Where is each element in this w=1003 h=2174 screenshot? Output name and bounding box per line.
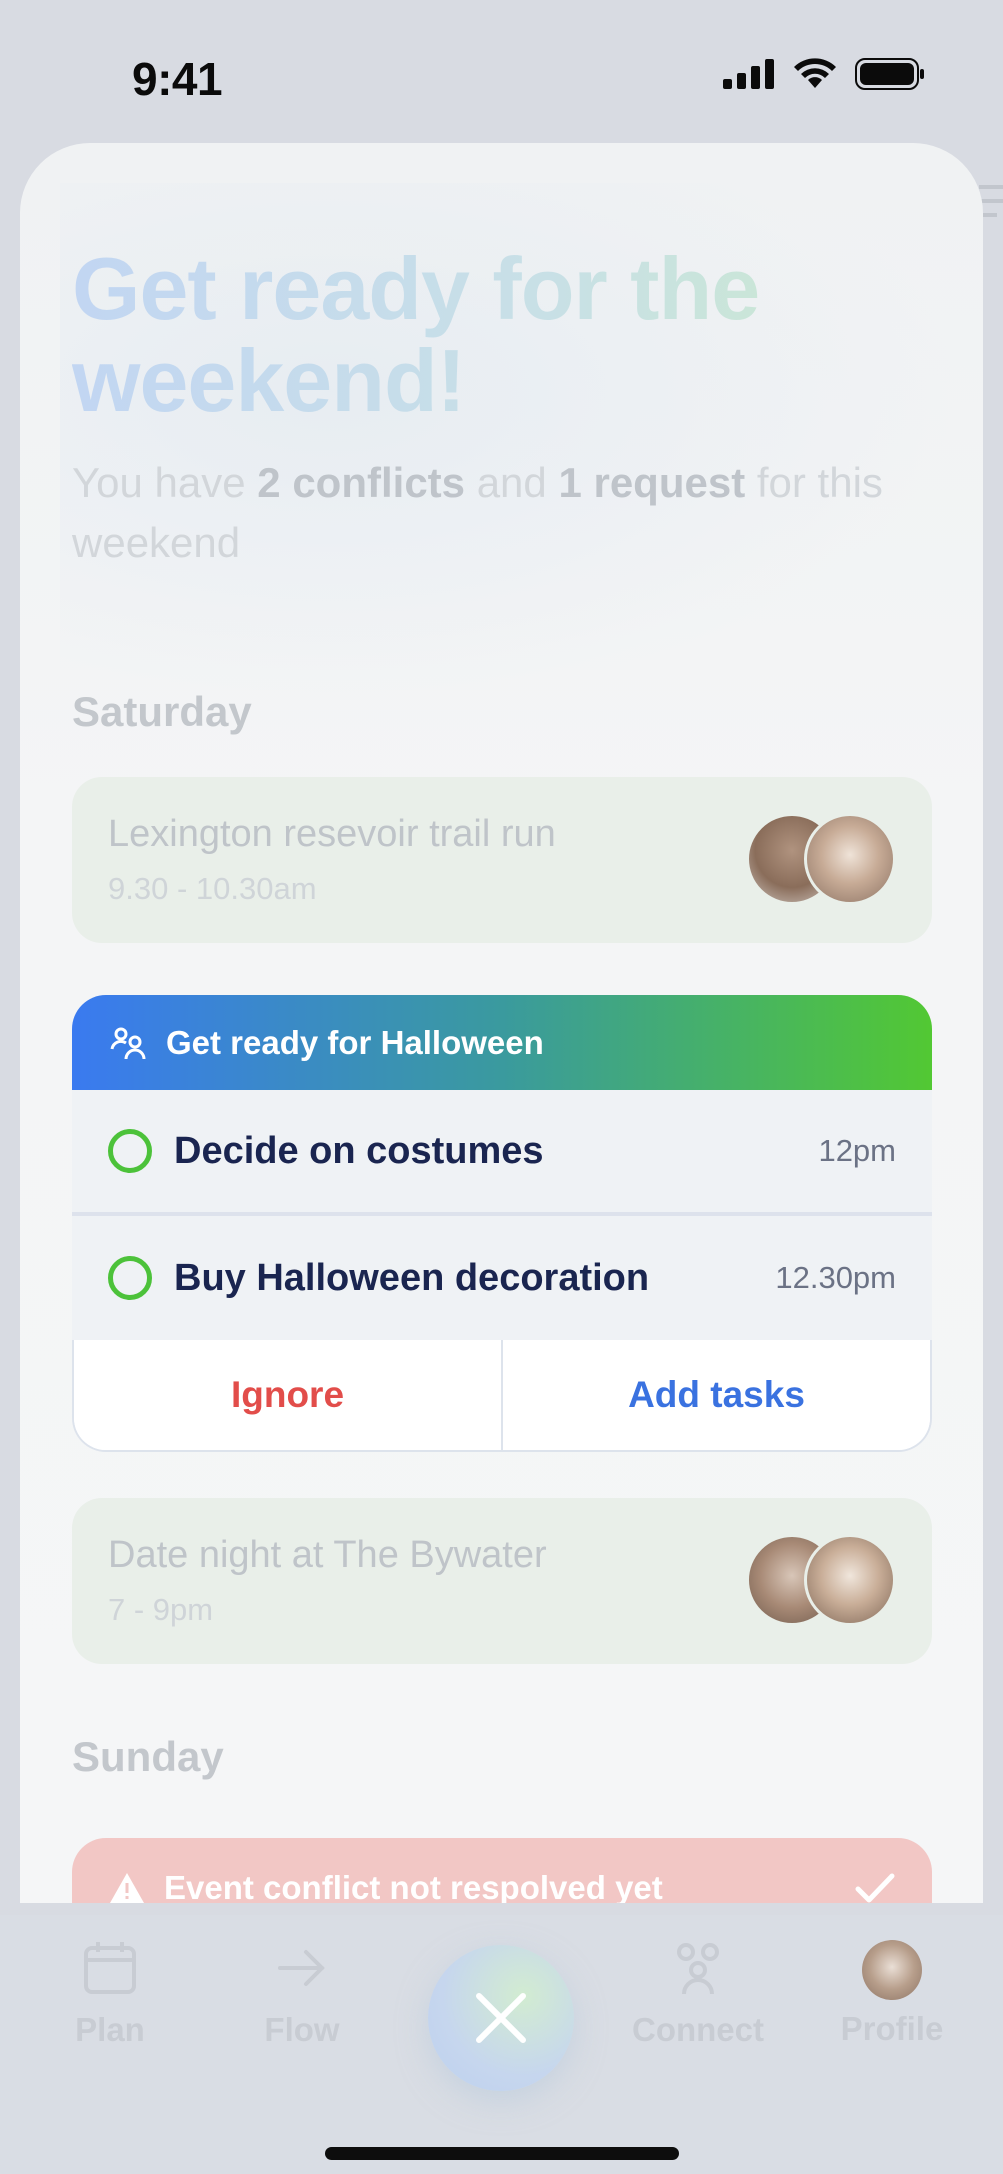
add-tasks-button[interactable]: Add tasks	[503, 1340, 930, 1450]
tab-flow[interactable]: Flow	[222, 1940, 382, 2049]
tab-label: Plan	[75, 2011, 145, 2048]
conflicts-count: 2 conflicts	[257, 459, 466, 506]
task-time: 12pm	[818, 1133, 896, 1168]
suggestion-actions: Ignore Add tasks	[72, 1340, 932, 1452]
checkbox-circle-icon[interactable]	[108, 1256, 152, 1300]
warning-icon	[110, 1873, 144, 1903]
people-icon	[110, 1027, 146, 1059]
tab-connect[interactable]: Connect	[618, 1940, 778, 2049]
event-card[interactable]: Date night at The Bywater 7 - 9pm	[72, 1498, 932, 1664]
battery-icon	[855, 58, 924, 90]
requests-count: 1 request	[558, 459, 746, 506]
participants	[746, 813, 896, 907]
home-indicator[interactable]	[325, 2147, 679, 2160]
hero-subtitle: You have 2 conflicts and 1 request for t…	[72, 453, 932, 573]
subtitle-prefix: You have	[72, 459, 258, 506]
status-bar: 9:41	[0, 0, 1003, 140]
arrow-right-icon	[278, 1950, 325, 1986]
tab-label: Flow	[264, 2011, 340, 2048]
signal-icon	[723, 59, 774, 89]
tab-label: Connect	[632, 2011, 764, 2048]
status-icons	[723, 58, 925, 90]
close-icon	[476, 1993, 526, 2043]
checkbox-circle-icon[interactable]	[108, 1129, 152, 1173]
event-time: 7 - 9pm	[108, 1592, 214, 1627]
people-icon	[677, 1943, 719, 1995]
calendar-icon	[84, 1942, 136, 1994]
suggestion-header: Get ready for Halloween	[72, 995, 932, 1090]
tab-plan[interactable]: Plan	[30, 1940, 190, 2049]
clock: 9:41	[132, 53, 223, 105]
wifi-icon	[794, 58, 836, 88]
hero-title: Get ready for the weekend!	[72, 243, 932, 427]
task-row[interactable]: Buy Halloween decoration 12.30pm	[72, 1216, 932, 1340]
weekend-sheet: Get ready for the weekend! You have 2 co…	[20, 143, 983, 1903]
ignore-button[interactable]: Ignore	[74, 1340, 503, 1450]
tab-label: Profile	[840, 2010, 944, 2047]
avatar	[804, 813, 896, 905]
day-label-saturday: Saturday	[72, 688, 252, 735]
avatar	[862, 1940, 922, 2000]
task-row[interactable]: Decide on costumes 12pm	[72, 1090, 932, 1216]
event-time: 9.30 - 10.30am	[108, 871, 317, 906]
conflict-text: Event conflict not respolved yet	[164, 1869, 663, 1903]
conflict-banner[interactable]: Event conflict not respolved yet	[72, 1838, 932, 1903]
event-title: Date night at The Bywater	[108, 1534, 547, 1576]
task-label: Buy Halloween decoration	[174, 1256, 650, 1299]
subtitle-mid: and	[465, 459, 559, 506]
avatar	[804, 1534, 896, 1626]
event-title: Lexington resevoir trail run	[108, 813, 556, 855]
task-time: 12.30pm	[775, 1260, 896, 1295]
tab-profile[interactable]: Profile	[812, 1940, 972, 2048]
suggestion-card: Get ready for Halloween Decide on costum…	[72, 995, 932, 1452]
task-label: Decide on costumes	[174, 1129, 544, 1172]
participants	[746, 1534, 896, 1628]
close-button[interactable]	[428, 1945, 574, 2091]
day-label-sunday: Sunday	[72, 1733, 224, 1780]
check-icon[interactable]	[854, 1871, 896, 1903]
suggestion-title: Get ready for Halloween	[166, 1023, 544, 1061]
event-card[interactable]: Lexington resevoir trail run 9.30 - 10.3…	[72, 777, 932, 943]
